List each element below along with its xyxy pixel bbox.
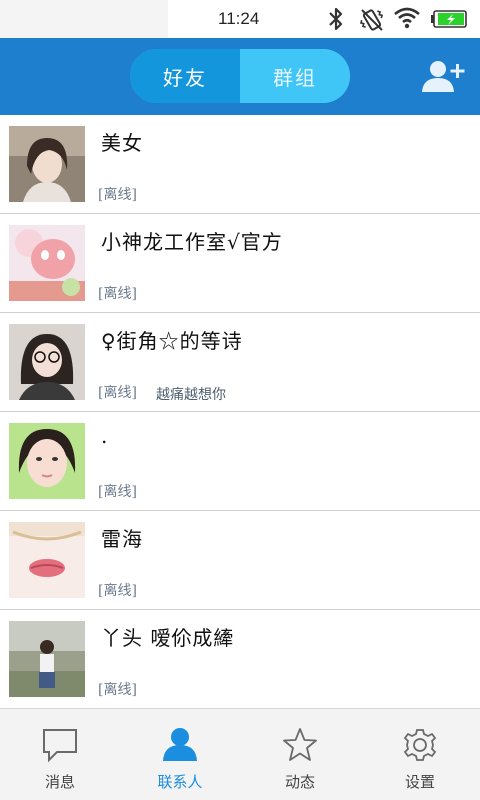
star-icon [283,728,317,761]
contact-row[interactable]: 雷海 [离线] [0,511,480,610]
message-icon [43,729,77,763]
contact-row[interactable]: 美女 [离线] [0,115,480,214]
avatar [9,126,85,202]
tab-groups[interactable]: 群组 [240,49,350,103]
contact-status: [离线] [98,286,137,302]
nav-moments[interactable]: 动态 [240,709,360,800]
avatar [9,324,85,400]
avatar [9,225,85,301]
segment-control: 好友 群组 [130,49,350,103]
contact-name: 丫头 嗳伱成縴 [101,626,235,650]
contact-name: 小神龙工作室√官方 [101,230,283,254]
nav-label: 联系人 [157,773,203,791]
avatar [9,621,85,697]
contact-row[interactable]: ♀街角☆的等诗 [离线] 越痛越想你 [0,313,480,412]
contact-name: . [101,424,109,448]
avatar [9,522,85,598]
contact-name: 雷海 [101,527,143,551]
vibrate-icon [359,9,384,31]
contact-list: 美女 [离线] 小神龙工作室√官方 [离线] ♀街角☆的等诗 [离线] 越痛越想… [0,115,480,708]
contact-status: [离线] [98,583,137,599]
wifi-icon [394,7,420,29]
contact-status: [离线] [98,682,137,698]
contact-row[interactable]: 小神龙工作室√官方 [离线] [0,214,480,313]
battery-charging-icon [431,10,467,28]
contact-status: [离线] [98,484,137,500]
bottom-nav: 消息 联系人 动态 设置 [0,708,480,800]
contact-name: ♀街角☆的等诗 [101,329,243,353]
contact-status: [离线] [98,187,137,203]
status-bar-notch [0,0,168,38]
status-bar: 11:24 [0,0,480,38]
contact-row[interactable]: . [离线] [0,412,480,511]
contacts-icon [163,728,197,761]
nav-label: 设置 [404,773,435,791]
app-header: 好友 群组 [0,38,480,115]
nav-contacts[interactable]: 联系人 [120,709,240,800]
contact-signature: 越痛越想你 [156,387,226,403]
bluetooth-icon [329,7,343,31]
tab-friends[interactable]: 好友 [130,49,240,103]
contact-status: [离线] [98,385,137,401]
add-friend-icon[interactable] [420,58,466,94]
nav-label: 动态 [284,773,315,791]
avatar [9,423,85,499]
status-time: 11:24 [218,9,260,28]
nav-messages[interactable]: 消息 [0,709,120,800]
gear-icon [403,729,437,761]
nav-settings[interactable]: 设置 [360,709,480,800]
contact-row[interactable]: 丫头 嗳伱成縴 [离线] [0,610,480,708]
nav-label: 消息 [44,773,75,791]
contact-name: 美女 [101,131,143,155]
